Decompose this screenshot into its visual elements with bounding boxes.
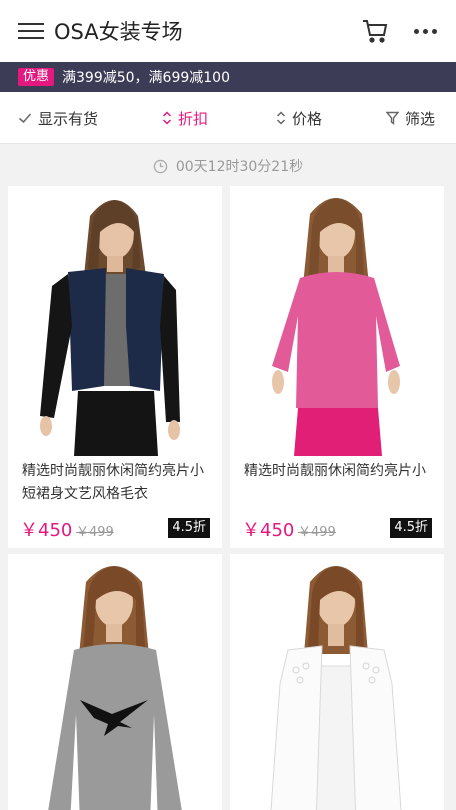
product-image (230, 554, 444, 810)
countdown-text: 00天12时30分21秒 (175, 159, 304, 175)
filter-more[interactable]: 筛选 (386, 92, 435, 144)
filter-label: 价格 (292, 109, 323, 128)
discount-badge: 4.5折 (390, 518, 432, 538)
filter-label: 折扣 (178, 109, 209, 128)
product-image (230, 186, 444, 456)
filter-price[interactable]: 价格 (276, 92, 322, 144)
promo-bar: 优惠 满399减50，满699减100 (0, 62, 456, 92)
product-card[interactable] (230, 554, 444, 810)
filter-bar: 显示有货 折扣 价格 筛选 (0, 92, 456, 144)
check-icon (19, 113, 32, 124)
page-title: OSA女装专场 (54, 20, 183, 44)
sort-icon (162, 111, 172, 125)
filter-in-stock[interactable]: 显示有货 (18, 92, 98, 144)
promo-text: 满399减50，满699减100 (62, 70, 230, 86)
product-card[interactable]: 精选时尚靓丽休闲简约亮片小 ￥450 ￥499 4.5折 (230, 186, 444, 548)
top-bar: OSA女装专场 (0, 0, 456, 62)
product-card[interactable] (8, 554, 222, 810)
product-price: ￥450 (242, 520, 295, 541)
hamburger-icon[interactable] (18, 21, 44, 41)
filter-label: 显示有货 (38, 109, 99, 128)
product-image (8, 554, 222, 810)
more-icon[interactable] (414, 28, 438, 36)
cart-icon[interactable] (362, 18, 388, 44)
discount-badge: 4.5折 (168, 518, 210, 538)
product-image (8, 186, 222, 456)
product-original-price: ￥499 (76, 525, 114, 540)
product-original-price: ￥499 (298, 525, 336, 540)
product-name: 精选时尚靓丽休闲简约亮片小短裙身文艺风格毛衣 (22, 463, 204, 502)
product-name: 精选时尚靓丽休闲简约亮片小 (244, 463, 426, 479)
product-card[interactable]: 精选时尚靓丽休闲简约亮片小短裙身文艺风格毛衣 ￥450 ￥499 4.5折 (8, 186, 222, 548)
filter-discount[interactable]: 折扣 (162, 92, 208, 144)
countdown-timer: 00天12时30分21秒 (0, 150, 456, 182)
promo-tag: 优惠 (18, 68, 55, 86)
product-price: ￥450 (20, 520, 73, 541)
sort-icon (276, 111, 286, 125)
filter-icon (386, 111, 399, 125)
clock-icon (153, 159, 168, 173)
filter-label: 筛选 (405, 109, 436, 128)
